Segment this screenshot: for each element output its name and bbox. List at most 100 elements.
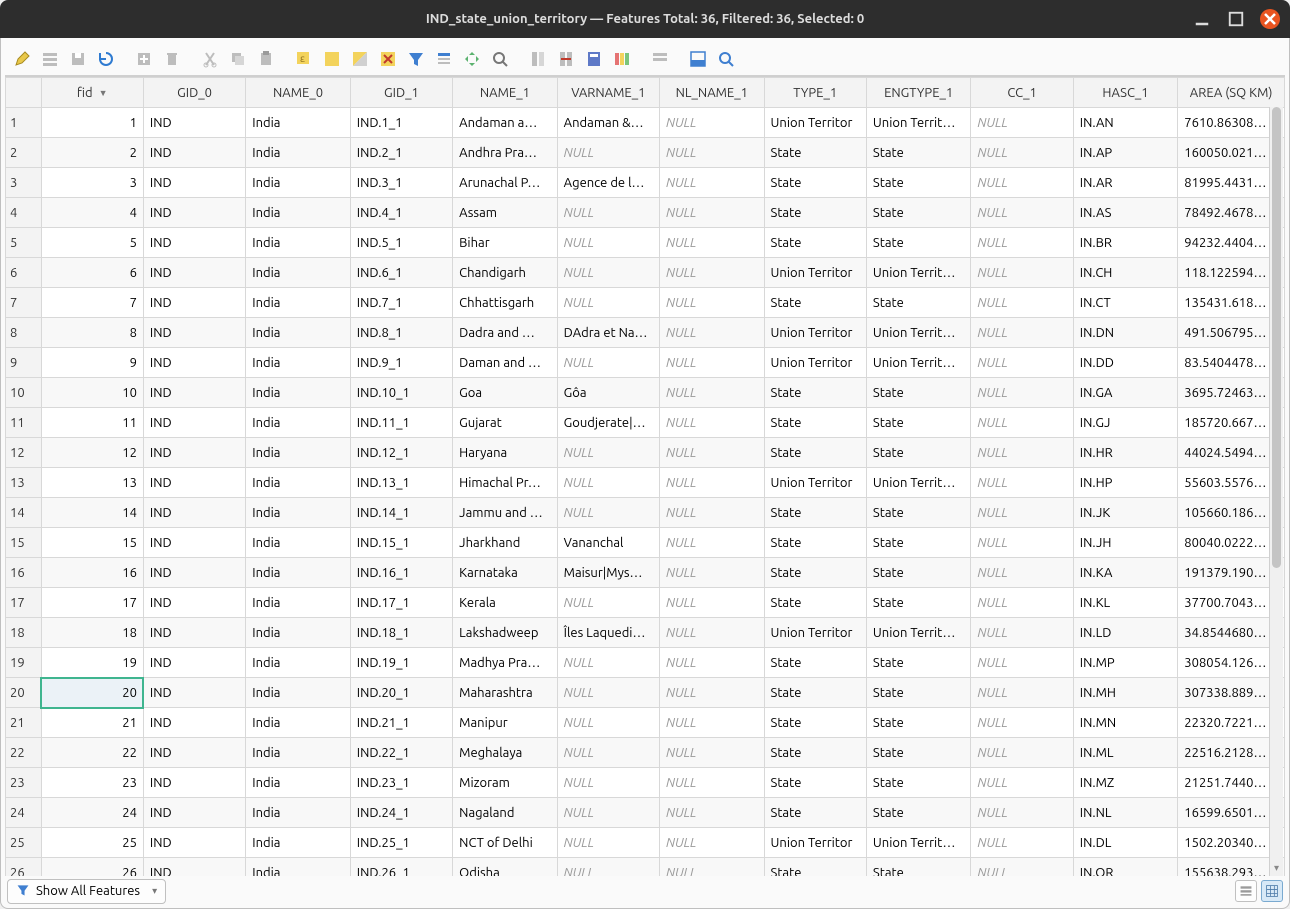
cell-NAME_0[interactable]: India <box>246 558 350 588</box>
column-header-NAME_1[interactable]: NAME_1 <box>453 78 557 108</box>
cell-GID_1[interactable]: IND.24_1 <box>350 798 452 828</box>
toggle-editing-button[interactable] <box>9 46 35 72</box>
table-row[interactable]: 1111INDIndiaIND.11_1GujaratGoudjerate|…N… <box>6 408 1285 438</box>
maximize-button[interactable] <box>1226 9 1246 29</box>
cell-HASC_1[interactable]: IN.NL <box>1073 798 1177 828</box>
table-row[interactable]: 2626INDIndiaIND.26_1OdishaNULLNULLStateS… <box>6 858 1285 877</box>
close-button[interactable] <box>1260 9 1280 29</box>
row-number[interactable]: 12 <box>6 438 42 468</box>
attribute-table[interactable]: fid▼GID_0NAME_0GID_1NAME_1VARNAME_1NL_NA… <box>5 77 1285 876</box>
cell-GID_1[interactable]: IND.8_1 <box>350 318 452 348</box>
cell-GID_1[interactable]: IND.19_1 <box>350 648 452 678</box>
cell-NL_NAME_1[interactable]: NULL <box>660 318 764 348</box>
cell-TYPE_1[interactable]: State <box>764 288 866 318</box>
cell-GID_0[interactable]: IND <box>143 348 245 378</box>
pan-to-selection-button[interactable] <box>459 46 485 72</box>
cell-GID_0[interactable]: IND <box>143 678 245 708</box>
cell-NL_NAME_1[interactable]: NULL <box>660 288 764 318</box>
cell-NAME_1[interactable]: Bihar <box>453 228 557 258</box>
cell-fid[interactable]: 23 <box>41 768 143 798</box>
dock-button[interactable] <box>685 46 711 72</box>
cell-CC_1[interactable]: NULL <box>971 108 1073 138</box>
cell-fid[interactable]: 16 <box>41 558 143 588</box>
minimize-button[interactable] <box>1192 9 1212 29</box>
table-row[interactable]: 2525INDIndiaIND.25_1NCT of DelhiNULLNULL… <box>6 828 1285 858</box>
row-number[interactable]: 4 <box>6 198 42 228</box>
cell-ENGTYPE_1[interactable]: State <box>866 558 970 588</box>
cell-NAME_0[interactable]: India <box>246 738 350 768</box>
cell-VARNAME_1[interactable]: Gôa <box>557 378 659 408</box>
cell-NL_NAME_1[interactable]: NULL <box>660 828 764 858</box>
cell-NAME_0[interactable]: India <box>246 198 350 228</box>
table-row[interactable]: 44INDIndiaIND.4_1AssamNULLNULLStateState… <box>6 198 1285 228</box>
cell-VARNAME_1[interactable]: Îles Laquedi… <box>557 618 659 648</box>
cell-HASC_1[interactable]: IN.LD <box>1073 618 1177 648</box>
scroll-down-arrow[interactable]: ▾ <box>1270 862 1283 874</box>
table-row[interactable]: 2121INDIndiaIND.21_1ManipurNULLNULLState… <box>6 708 1285 738</box>
cell-CC_1[interactable]: NULL <box>971 228 1073 258</box>
cell-GID_0[interactable]: IND <box>143 168 245 198</box>
cell-CC_1[interactable]: NULL <box>971 618 1073 648</box>
cell-NL_NAME_1[interactable]: NULL <box>660 648 764 678</box>
copy-button[interactable] <box>225 46 251 72</box>
cell-GID_1[interactable]: IND.17_1 <box>350 588 452 618</box>
cell-CC_1[interactable]: NULL <box>971 198 1073 228</box>
cell-TYPE_1[interactable]: State <box>764 738 866 768</box>
column-header-fid[interactable]: fid▼ <box>41 78 143 108</box>
table-row[interactable]: 1818INDIndiaIND.18_1LakshadweepÎles Laqu… <box>6 618 1285 648</box>
table-row[interactable]: 2020INDIndiaIND.20_1MaharashtraNULLNULLS… <box>6 678 1285 708</box>
select-by-expression-button[interactable]: ε <box>291 46 317 72</box>
cell-VARNAME_1[interactable]: NULL <box>557 438 659 468</box>
cell-NL_NAME_1[interactable]: NULL <box>660 168 764 198</box>
cell-TYPE_1[interactable]: Union Territor <box>764 318 866 348</box>
row-number[interactable]: 5 <box>6 228 42 258</box>
reload-button[interactable] <box>93 46 119 72</box>
cell-GID_1[interactable]: IND.18_1 <box>350 618 452 648</box>
cell-GID_0[interactable]: IND <box>143 708 245 738</box>
cell-HASC_1[interactable]: IN.CH <box>1073 258 1177 288</box>
cell-CC_1[interactable]: NULL <box>971 288 1073 318</box>
cell-NL_NAME_1[interactable]: NULL <box>660 108 764 138</box>
cell-NAME_1[interactable]: Daman and … <box>453 348 557 378</box>
cell-fid[interactable]: 9 <box>41 348 143 378</box>
cell-HASC_1[interactable]: IN.MZ <box>1073 768 1177 798</box>
cell-HASC_1[interactable]: IN.DN <box>1073 318 1177 348</box>
cell-NAME_0[interactable]: India <box>246 378 350 408</box>
cell-TYPE_1[interactable]: State <box>764 798 866 828</box>
cell-HASC_1[interactable]: IN.MH <box>1073 678 1177 708</box>
cell-GID_1[interactable]: IND.22_1 <box>350 738 452 768</box>
cell-GID_0[interactable]: IND <box>143 258 245 288</box>
deselect-all-button[interactable] <box>375 46 401 72</box>
cell-VARNAME_1[interactable]: NULL <box>557 798 659 828</box>
cell-HASC_1[interactable]: IN.GA <box>1073 378 1177 408</box>
cell-NAME_0[interactable]: India <box>246 858 350 877</box>
cell-NL_NAME_1[interactable]: NULL <box>660 438 764 468</box>
cell-NL_NAME_1[interactable]: NULL <box>660 528 764 558</box>
cell-GID_0[interactable]: IND <box>143 498 245 528</box>
cell-NL_NAME_1[interactable]: NULL <box>660 678 764 708</box>
cell-NAME_1[interactable]: Kerala <box>453 588 557 618</box>
cell-VARNAME_1[interactable]: NULL <box>557 228 659 258</box>
cell-HASC_1[interactable]: IN.JH <box>1073 528 1177 558</box>
cell-VARNAME_1[interactable]: NULL <box>557 648 659 678</box>
cell-NAME_0[interactable]: India <box>246 228 350 258</box>
table-row[interactable]: 1919INDIndiaIND.19_1Madhya Pra…NULLNULLS… <box>6 648 1285 678</box>
cell-TYPE_1[interactable]: State <box>764 708 866 738</box>
open-field-calculator-button[interactable] <box>581 46 607 72</box>
multi-edit-button[interactable] <box>37 46 63 72</box>
cell-GID_0[interactable]: IND <box>143 858 245 877</box>
cell-HASC_1[interactable]: IN.KA <box>1073 558 1177 588</box>
cell-TYPE_1[interactable]: Union Territor <box>764 258 866 288</box>
cell-NAME_1[interactable]: Jharkhand <box>453 528 557 558</box>
cell-NAME_0[interactable]: India <box>246 618 350 648</box>
cell-NL_NAME_1[interactable]: NULL <box>660 228 764 258</box>
cell-NAME_1[interactable]: Manipur <box>453 708 557 738</box>
cell-VARNAME_1[interactable]: NULL <box>557 498 659 528</box>
row-number[interactable]: 22 <box>6 738 42 768</box>
cell-CC_1[interactable]: NULL <box>971 438 1073 468</box>
cell-CC_1[interactable]: NULL <box>971 678 1073 708</box>
cell-GID_1[interactable]: IND.6_1 <box>350 258 452 288</box>
cell-NAME_1[interactable]: Goa <box>453 378 557 408</box>
cell-GID_1[interactable]: IND.15_1 <box>350 528 452 558</box>
cell-NAME_1[interactable]: NCT of Delhi <box>453 828 557 858</box>
